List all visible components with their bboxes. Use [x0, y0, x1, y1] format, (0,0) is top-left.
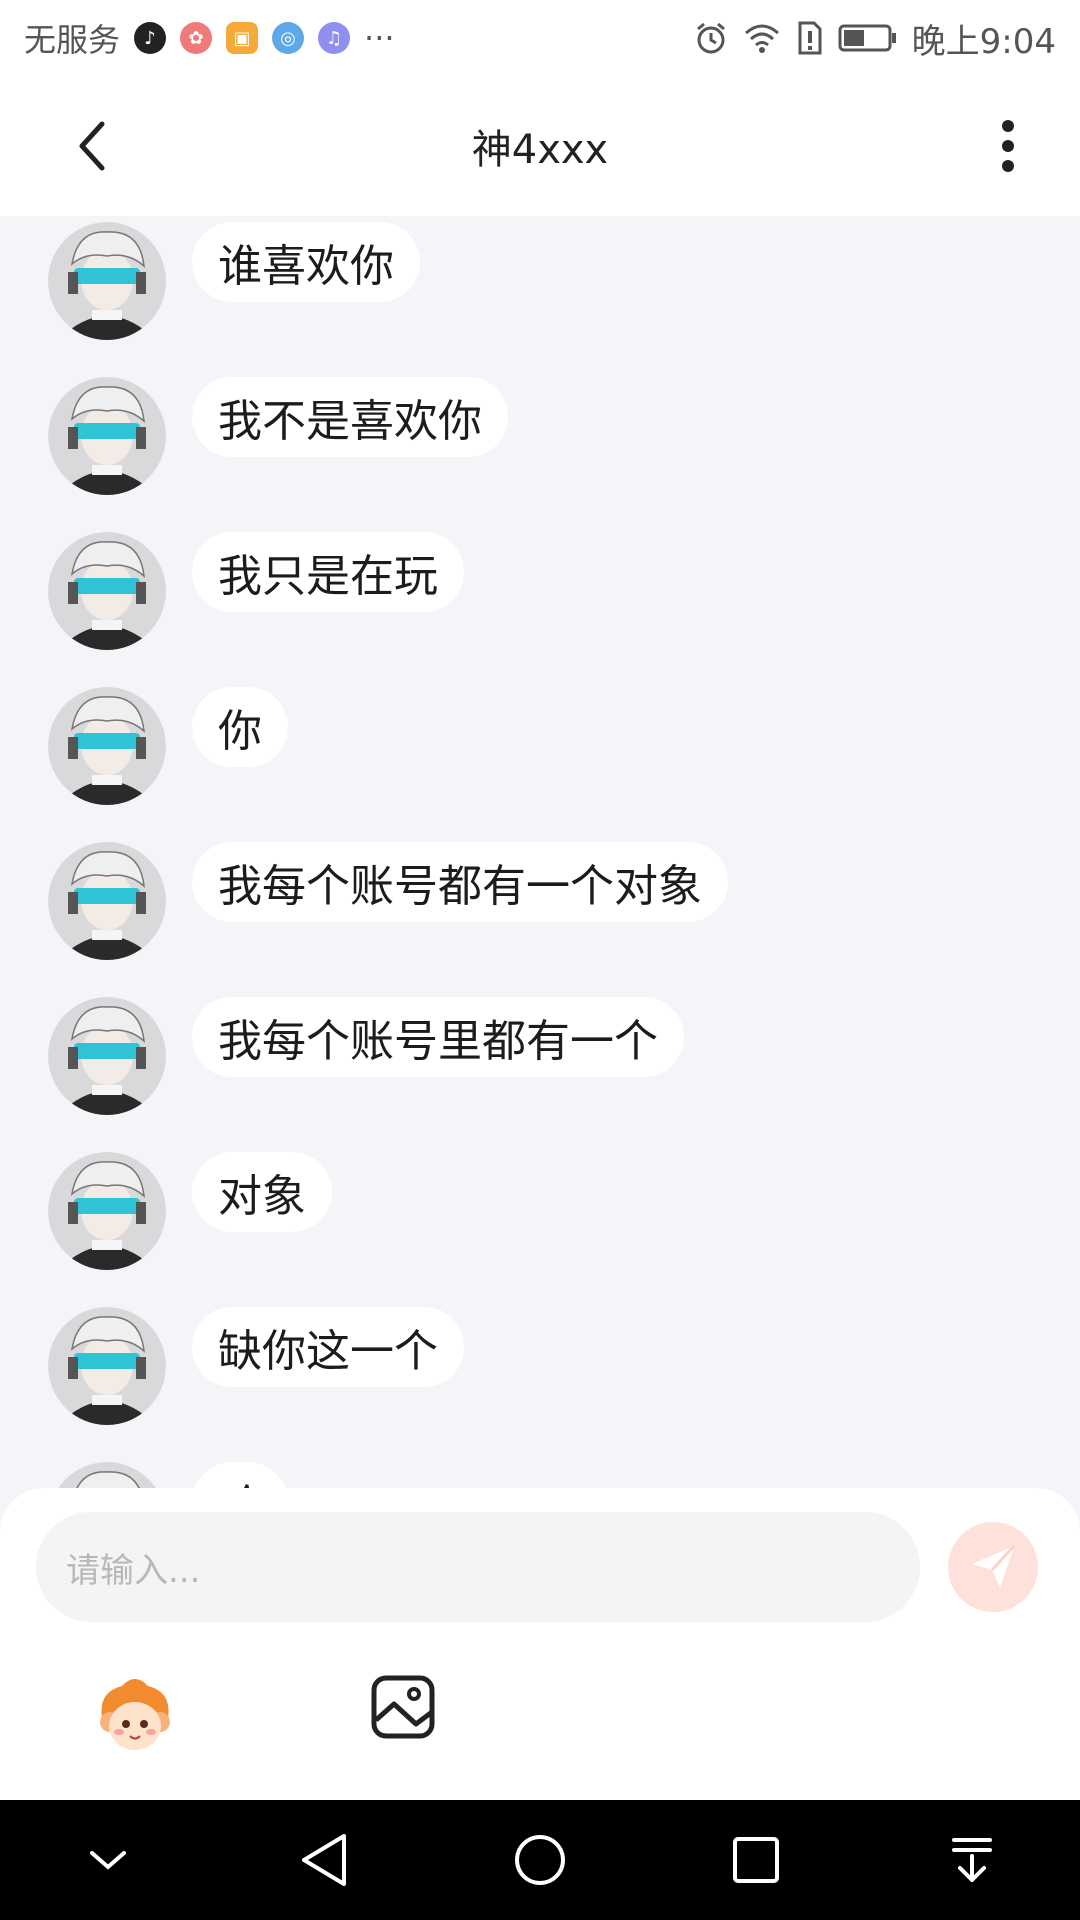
- flower-app-icon: ✿: [180, 22, 213, 54]
- send-button[interactable]: [948, 1522, 1038, 1612]
- message-row: 缺你这一个: [48, 1307, 464, 1425]
- avatar[interactable]: [48, 222, 166, 340]
- nav-recents-button[interactable]: [721, 1825, 791, 1895]
- message-bubble[interactable]: 你: [192, 687, 288, 767]
- chat-screen: 无服务 ♪ ✿ ▣ ◎ ♫ ··· 晚上9:04 神4xxx 谁喜欢你 我不是喜…: [0, 0, 1080, 1920]
- back-button[interactable]: [60, 114, 124, 178]
- message-bubble[interactable]: 对象: [192, 1152, 332, 1232]
- nav-notification-shade-button[interactable]: [937, 1825, 1007, 1895]
- image-picker-button[interactable]: [370, 1674, 436, 1740]
- nav-collapse-button[interactable]: [73, 1825, 143, 1895]
- message-bubble[interactable]: 我只是在玩: [192, 532, 464, 612]
- message-bubble[interactable]: 哈: [192, 1462, 288, 1490]
- globe-app-icon: ◎: [272, 22, 305, 54]
- system-nav-bar: [0, 1800, 1080, 1920]
- message-bubble[interactable]: 缺你这一个: [192, 1307, 464, 1387]
- message-row: 我每个账号都有一个对象: [48, 842, 728, 960]
- wifi-icon: [744, 24, 779, 53]
- avatar[interactable]: [48, 842, 166, 960]
- status-bar-right: 晚上9:04: [694, 14, 1056, 63]
- avatar[interactable]: [48, 1152, 166, 1270]
- message-bubble[interactable]: 我每个账号都有一个对象: [192, 842, 728, 922]
- more-options-button[interactable]: [976, 114, 1040, 178]
- message-list[interactable]: 谁喜欢你 我不是喜欢你 我只是在玩 你 我每个账号都有一个对象 我每个账号里都有…: [0, 216, 1080, 1490]
- avatar[interactable]: [48, 997, 166, 1115]
- message-bubble[interactable]: 我不是喜欢你: [192, 377, 508, 457]
- page-title: 神4xxx: [471, 127, 609, 173]
- battery-icon: [838, 24, 896, 52]
- tiktok-icon: ♪: [134, 22, 167, 54]
- message-row: 哈: [48, 1462, 288, 1490]
- sim-alert-icon: [798, 21, 822, 55]
- message-row: 我不是喜欢你: [48, 377, 508, 495]
- nav-back-button[interactable]: [289, 1825, 359, 1895]
- more-vertical-icon: [1002, 120, 1014, 172]
- chevron-down-icon: [90, 1851, 126, 1870]
- pull-down-icon: [952, 1838, 992, 1882]
- carrier-label: 无服务: [24, 21, 121, 59]
- message-row: 我只是在玩: [48, 532, 464, 650]
- circle-home-icon: [515, 1835, 565, 1885]
- message-row: 对象: [48, 1152, 332, 1270]
- status-bar-left: 无服务 ♪ ✿ ▣ ◎ ♫ ···: [24, 15, 395, 61]
- alarm-icon: [696, 22, 725, 54]
- message-row: 你: [48, 687, 288, 805]
- emoji-button[interactable]: [92, 1672, 178, 1758]
- chevron-left-icon: [79, 121, 105, 171]
- music-app-icon: ♫: [318, 22, 351, 54]
- nav-home-button[interactable]: [505, 1825, 575, 1895]
- avatar[interactable]: [48, 377, 166, 495]
- header: 神4xxx: [0, 76, 1080, 216]
- composer-panel: 请输入...: [0, 1488, 1080, 1800]
- status-time: 晚上9:04: [911, 21, 1056, 62]
- message-bubble[interactable]: 我每个账号里都有一个: [192, 997, 684, 1077]
- message-row: 我每个账号里都有一个: [48, 997, 684, 1115]
- avatar[interactable]: [48, 532, 166, 650]
- avatar[interactable]: [48, 687, 166, 805]
- message-row: 谁喜欢你: [48, 222, 420, 340]
- message-input[interactable]: 请输入...: [36, 1512, 920, 1622]
- avatar[interactable]: [48, 1462, 166, 1490]
- square-recents-icon: [733, 1837, 779, 1883]
- send-icon: [972, 1544, 1016, 1588]
- more-notifications-label: ···: [364, 19, 395, 57]
- avatar[interactable]: [48, 1307, 166, 1425]
- image-icon: [371, 1675, 435, 1739]
- emoji-mascot-icon: [100, 1679, 170, 1750]
- triangle-back-icon: [302, 1834, 346, 1886]
- message-bubble[interactable]: 谁喜欢你: [192, 222, 420, 302]
- status-bar: 无服务 ♪ ✿ ▣ ◎ ♫ ··· 晚上9:04: [0, 0, 1080, 76]
- store-app-icon: ▣: [226, 22, 259, 54]
